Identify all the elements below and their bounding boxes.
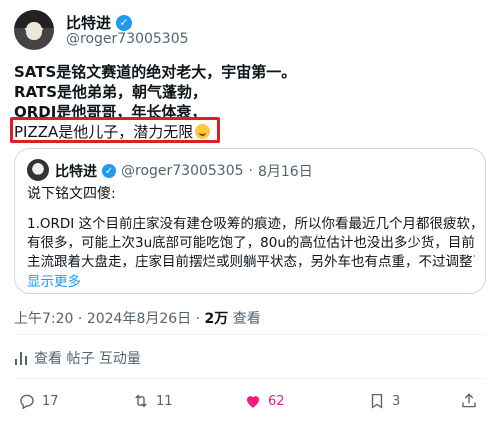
quote-author-handle[interactable]: @roger73005305 [121,163,244,179]
share-button[interactable] [460,392,478,410]
separator-dot: · [195,311,201,327]
author-handle[interactable]: @roger73005305 [66,31,189,47]
heart-icon [247,396,259,408]
view-engagements-link[interactable]: 查看 帖子 互动量 [14,348,141,368]
retweet-count: 11 [156,393,173,409]
tweet-line: SATS是铭文赛道的绝对老大，宇宙第一。 [14,63,297,81]
red-highlight-box [10,117,220,143]
tweet-time[interactable]: 上午7:20 [14,311,73,327]
tweet-date[interactable]: 2024年8月26日 [87,311,191,327]
quote-body-line: 1.ORDI 这个目前庄家没有建仓吸筹的痕迹，所以你看最近几个月都很疲软，原因 [27,216,475,232]
views-count: 2万 [204,311,229,327]
analytics-icon [14,351,28,365]
like-count: 62 [268,393,285,409]
retweet-button[interactable]: 11 [132,392,173,410]
retweet-icon [135,394,147,408]
quote-title: 说下铭文四傻: [27,186,116,202]
author-name[interactable]: 比特进 [66,12,111,33]
like-button[interactable]: 62 [244,392,285,410]
quoted-tweet-card[interactable]: 比特进 ✓ @roger73005305 · 8月16日 说下铭文四傻: 1.O… [14,148,486,294]
reply-count: 17 [42,393,59,409]
bookmark-button[interactable]: 3 [368,392,400,410]
separator-dot: · [248,163,253,179]
reply-button[interactable]: 17 [18,392,59,410]
quote-date[interactable]: 8月16日 [258,161,313,181]
verified-badge-icon: ✓ [116,14,133,31]
views-label: 查看 [232,311,261,327]
divider [14,378,486,379]
bookmark-count: 3 [392,393,401,409]
author-avatar[interactable] [14,10,54,50]
quote-body-line: 主流跟着大盘走，庄家目前摆烂或则躺平状态，另外车也有点重，不过调整了7... [27,254,475,270]
bookmark-icon [371,393,383,409]
show-more-link[interactable]: 显示更多 [27,270,81,290]
tweet-meta: 上午7:20 · 2024年8月26日 · 2万 查看 [14,308,261,328]
quote-body-line: 有很多，可能上次3u底部可能吃饱了，80u的高位估计也没出多少货，目前进入 [27,235,475,251]
analytics-label: 查看 帖子 互动量 [34,351,141,367]
separator-dot: · [77,311,83,327]
divider [14,334,486,335]
avatar-face [26,22,42,40]
author-name-row: 比特进 ✓ [66,12,133,33]
share-icon [462,393,476,408]
tweet-line: RATS是他弟弟，朝气蓬勃， [14,83,208,101]
quote-body: 1.ORDI 这个目前庄家没有建仓吸筹的痕迹，所以你看最近几个月都很疲软，原因 … [27,215,475,272]
verified-badge-icon: ✓ [102,164,116,178]
quote-header: 比特进 ✓ @roger73005305 · 8月16日 [55,161,313,181]
action-bar: 17 11 62 3 [14,392,484,414]
quote-author-name[interactable]: 比特进 [55,161,97,181]
reply-icon [20,394,34,410]
quote-author-avatar[interactable] [27,159,49,181]
